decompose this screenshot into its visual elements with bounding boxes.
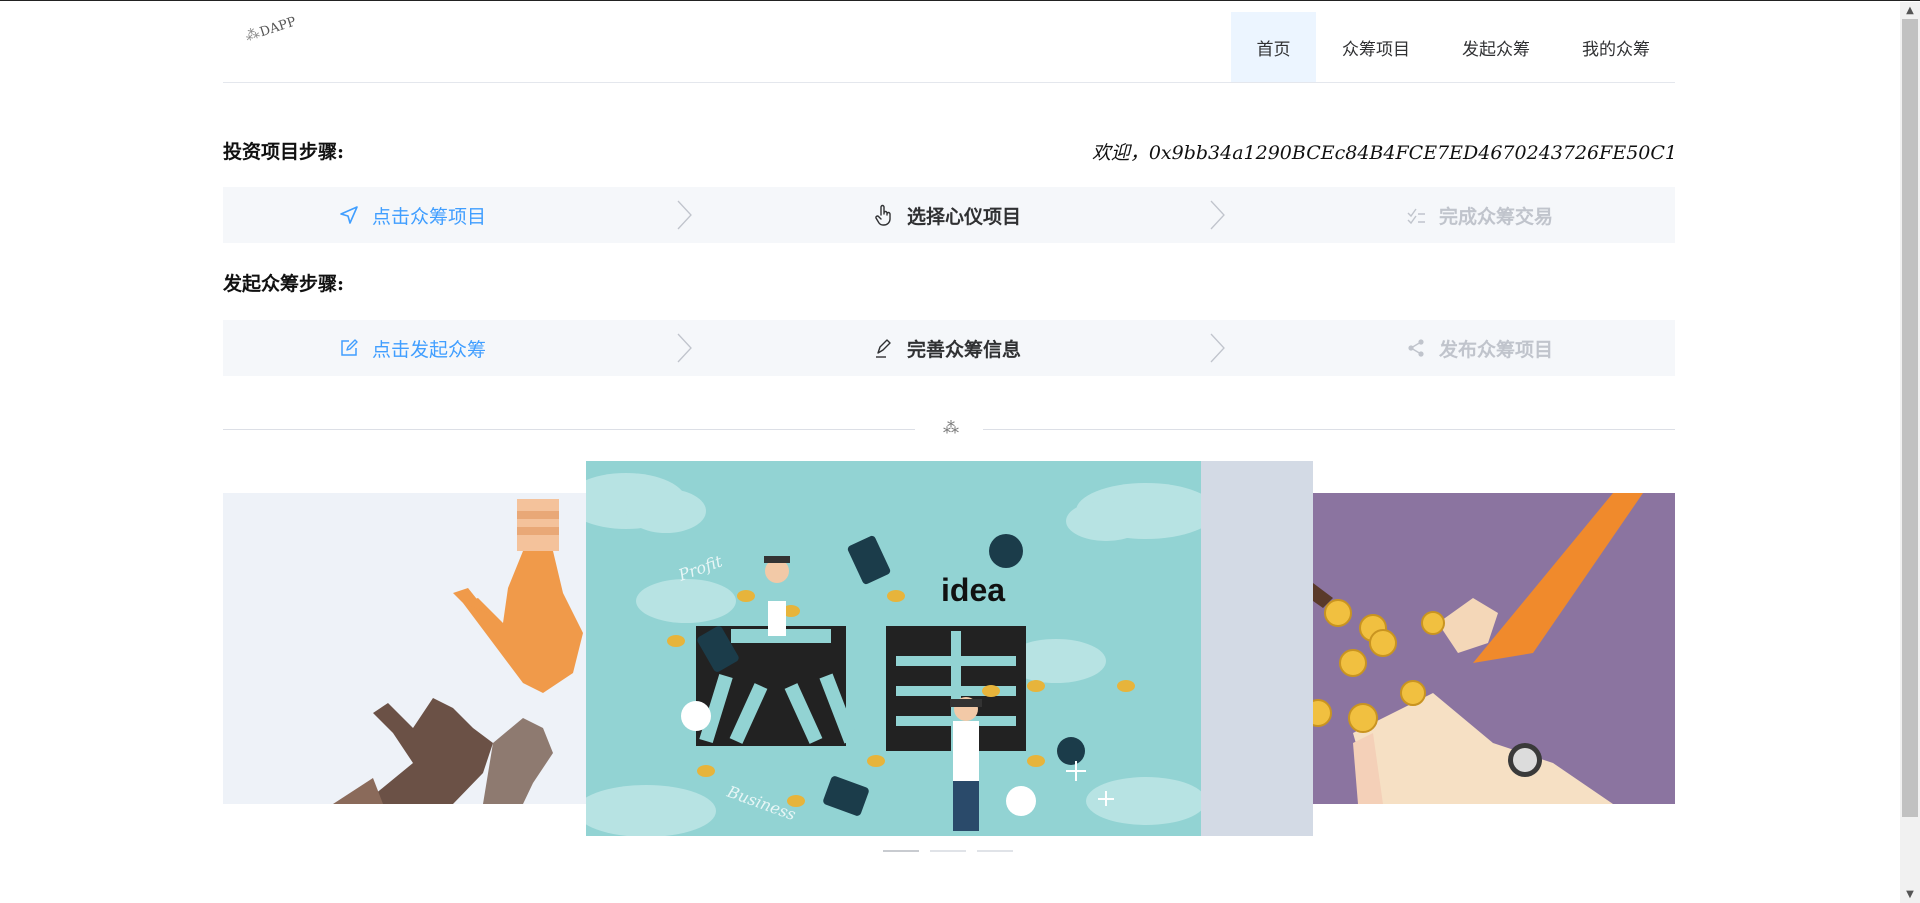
nav-label: 我的众筹 — [1582, 39, 1650, 60]
chevron-right-icon — [1210, 200, 1225, 230]
welcome-text: 欢迎，0x9bb34a1290BCEc84B4FCE7ED4670243726F… — [1091, 142, 1677, 164]
share-icon — [1405, 337, 1427, 359]
carousel-slide-left[interactable] — [223, 493, 586, 804]
nav-item-launch[interactable]: 发起众筹 — [1436, 12, 1556, 82]
chevron-right-icon — [1210, 333, 1225, 363]
step-label: 完成众筹交易 — [1439, 205, 1554, 228]
step-label: 点击众筹项目 — [372, 205, 487, 228]
step-complete-trade[interactable]: 完成众筹交易 — [1405, 187, 1553, 243]
logo-text: DAPP — [257, 14, 299, 41]
step-label: 发布众筹项目 — [1439, 338, 1554, 361]
step-click-launch[interactable]: 点击发起众筹 — [338, 320, 486, 376]
nav-label: 众筹项目 — [1342, 39, 1410, 60]
divider-line-right — [983, 429, 1675, 430]
step-label: 完善众筹信息 — [907, 338, 1022, 361]
chevron-right-icon — [677, 333, 692, 363]
carousel-indicator-1[interactable] — [883, 850, 919, 852]
scroll-down-arrow-icon[interactable]: ▼ — [1900, 886, 1920, 903]
step-complete-info[interactable]: 完善众筹信息 — [873, 320, 1021, 376]
loading-icon: ⁂ — [943, 418, 959, 437]
launch-steps-title: 发起众筹步骤: — [223, 273, 345, 295]
carousel-indicator-2[interactable] — [930, 850, 966, 852]
carousel-slide-pad — [1201, 461, 1313, 836]
nav-item-projects[interactable]: 众筹项目 — [1316, 12, 1436, 82]
step-click-project[interactable]: 点击众筹项目 — [338, 187, 486, 243]
divider-line-left — [223, 429, 915, 430]
carousel-slide-active[interactable]: idea Profit Business — [586, 461, 1201, 836]
logo[interactable]: ⁂DAPP — [243, 11, 309, 58]
nav-item-home[interactable]: 首页 — [1231, 12, 1316, 82]
navigation-icon — [338, 204, 360, 226]
checklist-icon — [1405, 204, 1427, 226]
scroll-up-arrow-icon[interactable]: ▲ — [1900, 2, 1920, 19]
carousel-indicator-3[interactable] — [977, 850, 1013, 852]
invest-steps: 点击众筹项目 选择心仪项目 完成众筹交易 — [223, 187, 1675, 243]
edit-icon — [338, 337, 360, 359]
coins-hands-image — [1313, 493, 1675, 804]
nav-label: 发起众筹 — [1462, 39, 1530, 60]
hands-together-image — [223, 493, 586, 804]
step-publish-project[interactable]: 发布众筹项目 — [1405, 320, 1553, 376]
nav-label: 首页 — [1256, 39, 1291, 60]
pointer-icon — [873, 204, 895, 226]
step-choose-project[interactable]: 选择心仪项目 — [873, 187, 1021, 243]
crowdfunding-poster-image: idea Profit Business — [586, 461, 1201, 836]
nav-divider — [223, 82, 1675, 83]
step-label: 点击发起众筹 — [372, 338, 487, 361]
idea-text: idea — [941, 572, 1005, 608]
launch-steps: 点击发起众筹 完善众筹信息 发布众筹项目 — [223, 320, 1675, 376]
nav-item-mine[interactable]: 我的众筹 — [1556, 12, 1676, 82]
pen-icon — [873, 337, 895, 359]
chevron-right-icon — [677, 200, 692, 230]
carousel-slide-right[interactable] — [1313, 493, 1675, 804]
scrollbar-thumb[interactable] — [1902, 19, 1918, 817]
step-label: 选择心仪项目 — [907, 205, 1022, 228]
invest-steps-title: 投资项目步骤: — [223, 141, 345, 163]
